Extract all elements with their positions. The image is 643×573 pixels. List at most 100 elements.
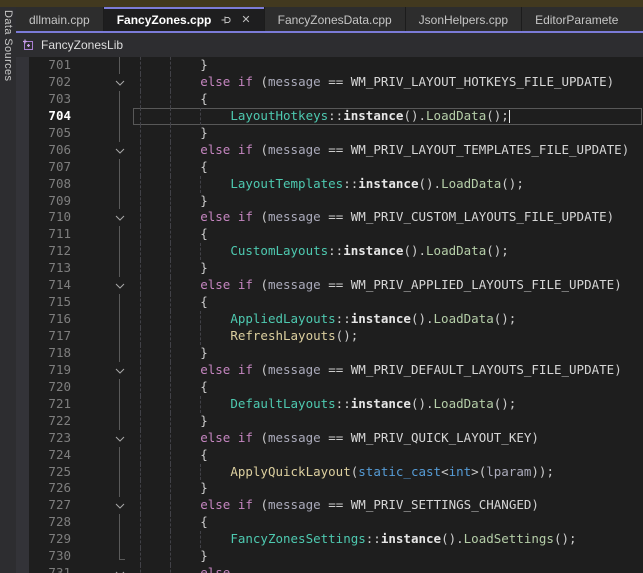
line-number[interactable]: 707 <box>29 159 79 176</box>
code-text-area[interactable]: { <box>131 514 643 531</box>
navigation-bar[interactable]: FancyZonesLib <box>16 33 643 57</box>
fold-margin[interactable] <box>109 277 131 294</box>
line-number[interactable]: 703 <box>29 91 79 108</box>
fold-margin[interactable] <box>109 514 131 531</box>
fold-margin[interactable] <box>109 548 131 565</box>
fold-margin[interactable] <box>109 497 131 514</box>
code-line[interactable]: 708 LayoutTemplates::instance().LoadData… <box>29 176 643 193</box>
fold-margin[interactable] <box>109 430 131 447</box>
line-number[interactable]: 714 <box>29 277 79 294</box>
line-number[interactable]: 720 <box>29 379 79 396</box>
editor-tab-jsonhelpers-cpp[interactable]: JsonHelpers.cpp ✕ <box>406 7 521 31</box>
fold-margin[interactable] <box>109 396 131 413</box>
line-number[interactable]: 710 <box>29 209 79 226</box>
code-text-area[interactable]: else <box>131 565 643 573</box>
code-line[interactable]: 701 } <box>29 57 643 74</box>
code-line[interactable]: 720 { <box>29 379 643 396</box>
line-number[interactable]: 702 <box>29 74 79 91</box>
code-text-area[interactable]: FancyZonesSettings::instance().LoadSetti… <box>131 531 643 548</box>
fold-margin[interactable] <box>109 193 131 210</box>
editor-tab-fancyzonesdata-cpp[interactable]: FancyZonesData.cpp ✕ <box>265 7 405 31</box>
line-number[interactable]: 718 <box>29 345 79 362</box>
code-text-area[interactable]: LayoutHotkeys::instance().LoadData(); <box>131 108 643 125</box>
code-text-area[interactable]: else if (message == WM_PRIV_DEFAULT_LAYO… <box>131 362 643 379</box>
line-number[interactable]: 704 <box>29 108 79 125</box>
code-text-area[interactable]: { <box>131 159 643 176</box>
line-number[interactable]: 701 <box>29 57 79 74</box>
fold-margin[interactable] <box>109 57 131 74</box>
fold-margin[interactable] <box>109 480 131 497</box>
fold-margin[interactable] <box>109 209 131 226</box>
code-line[interactable]: 710 else if (message == WM_PRIV_CUSTOM_L… <box>29 209 643 226</box>
code-line[interactable]: 717 RefreshLayouts(); <box>29 328 643 345</box>
line-number[interactable]: 729 <box>29 531 79 548</box>
line-number[interactable]: 731 <box>29 565 79 573</box>
fold-margin[interactable] <box>109 413 131 430</box>
code-text-area[interactable]: { <box>131 447 643 464</box>
code-line[interactable]: 721 DefaultLayouts::instance().LoadData(… <box>29 396 643 413</box>
code-line[interactable]: 726 } <box>29 480 643 497</box>
code-line[interactable]: 731 else <box>29 565 643 573</box>
editor-tab-dllmain-cpp[interactable]: dllmain.cpp ✕ <box>16 7 103 31</box>
code-line[interactable]: 722 } <box>29 413 643 430</box>
line-number[interactable]: 706 <box>29 142 79 159</box>
breadcrumb-project-name[interactable]: FancyZonesLib <box>41 38 123 52</box>
fold-margin[interactable] <box>109 294 131 311</box>
code-text-area[interactable]: else if (message == WM_PRIV_APPLIED_LAYO… <box>131 277 643 294</box>
code-text-area[interactable]: else if (message == WM_PRIV_CUSTOM_LAYOU… <box>131 209 643 226</box>
pin-icon[interactable] <box>220 14 232 26</box>
code-text-area[interactable]: { <box>131 226 643 243</box>
code-text-area[interactable]: ApplyQuickLayout(static_cast<int>(lparam… <box>131 464 643 481</box>
fold-margin[interactable] <box>109 464 131 481</box>
code-text-area[interactable]: else if (message == WM_PRIV_QUICK_LAYOUT… <box>131 430 643 447</box>
line-number[interactable]: 705 <box>29 125 79 142</box>
code-text-area[interactable]: } <box>131 345 643 362</box>
code-text-area[interactable]: { <box>131 379 643 396</box>
code-text-area[interactable]: RefreshLayouts(); <box>131 328 643 345</box>
fold-margin[interactable] <box>109 260 131 277</box>
code-line[interactable]: 714 else if (message == WM_PRIV_APPLIED_… <box>29 277 643 294</box>
code-editor[interactable]: 701 } 702 e <box>16 57 643 573</box>
fold-margin[interactable] <box>109 74 131 91</box>
line-number[interactable]: 712 <box>29 243 79 260</box>
fold-margin[interactable] <box>109 311 131 328</box>
code-text-area[interactable]: LayoutTemplates::instance().LoadData(); <box>131 176 643 193</box>
editor-tab-editorparamete[interactable]: EditorParamete ✕ <box>522 7 643 31</box>
fold-margin[interactable] <box>109 243 131 260</box>
line-number[interactable]: 715 <box>29 294 79 311</box>
code-text-area[interactable]: else if (message == WM_PRIV_LAYOUT_TEMPL… <box>131 142 643 159</box>
code-text-area[interactable]: CustomLayouts::instance().LoadData(); <box>131 243 643 260</box>
code-text-area[interactable]: } <box>131 193 643 210</box>
code-line[interactable]: 705 } <box>29 125 643 142</box>
code-line[interactable]: 723 else if (message == WM_PRIV_QUICK_LA… <box>29 430 643 447</box>
fold-margin[interactable] <box>109 226 131 243</box>
fold-margin[interactable] <box>109 125 131 142</box>
code-text-area[interactable]: } <box>131 125 643 142</box>
code-text-area[interactable]: { <box>131 91 643 108</box>
code-line[interactable]: 702 else if (message == WM_PRIV_LAYOUT_H… <box>29 74 643 91</box>
code-line[interactable]: 730 } <box>29 548 643 565</box>
line-number[interactable]: 713 <box>29 260 79 277</box>
fold-margin[interactable] <box>109 176 131 193</box>
line-number[interactable]: 727 <box>29 497 79 514</box>
line-number[interactable]: 726 <box>29 480 79 497</box>
code-text-area[interactable]: } <box>131 548 643 565</box>
line-number[interactable]: 711 <box>29 226 79 243</box>
sidebar-tab-data-sources[interactable]: Data Sources <box>2 10 14 81</box>
code-text-area[interactable]: { <box>131 294 643 311</box>
line-number[interactable]: 723 <box>29 430 79 447</box>
line-number[interactable]: 724 <box>29 447 79 464</box>
line-number[interactable]: 728 <box>29 514 79 531</box>
code-text-area[interactable]: AppliedLayouts::instance().LoadData(); <box>131 311 643 328</box>
code-line[interactable]: 712 CustomLayouts::instance().LoadData()… <box>29 243 643 260</box>
editor-tab-fancyzones-cpp[interactable]: FancyZones.cpp ✕ <box>104 7 264 31</box>
breakpoint-margin[interactable] <box>16 57 29 573</box>
line-number[interactable]: 721 <box>29 396 79 413</box>
line-number[interactable]: 716 <box>29 311 79 328</box>
code-line[interactable]: 728 { <box>29 514 643 531</box>
line-number[interactable]: 719 <box>29 362 79 379</box>
fold-margin[interactable] <box>109 142 131 159</box>
fold-margin[interactable] <box>109 108 131 125</box>
fold-margin[interactable] <box>109 379 131 396</box>
code-text-area[interactable]: DefaultLayouts::instance().LoadData(); <box>131 396 643 413</box>
